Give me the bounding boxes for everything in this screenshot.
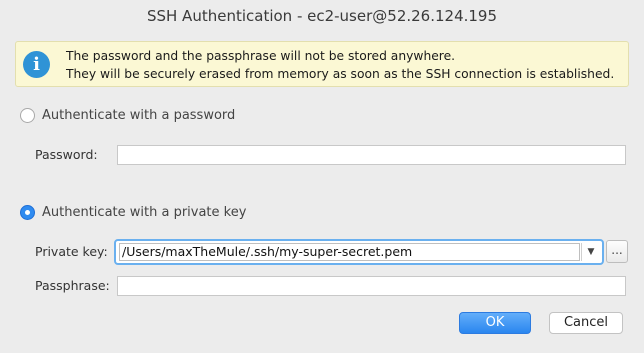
cancel-button[interactable]: Cancel	[549, 312, 623, 334]
window-title: SSH Authentication - ec2-user@52.26.124.…	[146, 7, 498, 25]
radio-button-password[interactable]	[20, 107, 35, 123]
ok-button[interactable]: OK	[459, 312, 531, 334]
info-line-2: They will be securely erased from memory…	[66, 67, 615, 81]
private-key-label: Private key:	[35, 244, 108, 259]
private-key-combo[interactable]: /Users/maxTheMule/.ssh/my-super-secret.p…	[114, 239, 604, 265]
info-icon: i	[23, 51, 50, 78]
radio-authenticate-password[interactable]: Authenticate with a password	[20, 106, 235, 124]
ssh-auth-dialog: SSH Authentication - ec2-user@52.26.124.…	[0, 0, 644, 353]
radio-label-password: Authenticate with a password	[42, 107, 236, 123]
info-message: The password and the passphrase will not…	[66, 47, 614, 83]
radio-button-private-key[interactable]	[20, 204, 35, 220]
radio-authenticate-private-key[interactable]: Authenticate with a private key	[20, 203, 246, 221]
password-label: Password:	[35, 147, 98, 162]
passphrase-label: Passphrase:	[35, 278, 110, 293]
info-banner: i The password and the passphrase will n…	[15, 41, 629, 87]
info-line-1: The password and the passphrase will not…	[66, 49, 456, 63]
private-key-input[interactable]: /Users/maxTheMule/.ssh/my-super-secret.p…	[119, 243, 580, 261]
browse-button[interactable]: ...	[606, 240, 628, 263]
chevron-down-icon[interactable]: ▼	[581, 243, 600, 261]
passphrase-field[interactable]	[117, 276, 626, 296]
radio-label-private-key: Authenticate with a private key	[42, 204, 247, 220]
password-field[interactable]	[117, 145, 626, 165]
